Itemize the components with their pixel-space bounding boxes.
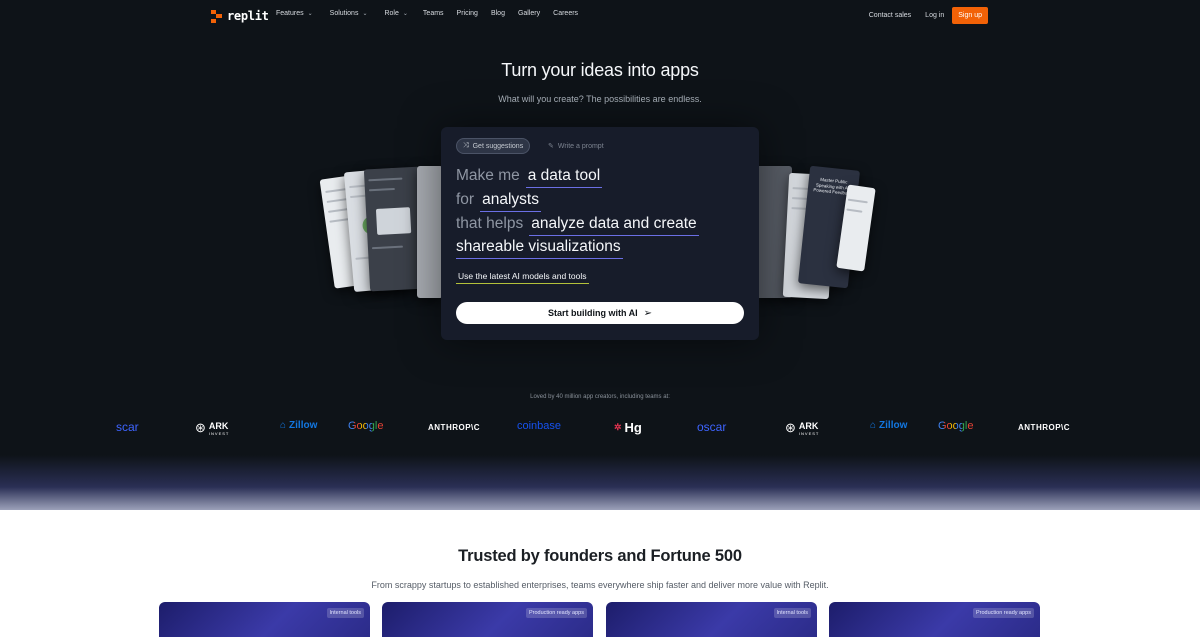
zillow-mark-icon: ⌂: [280, 420, 287, 431]
models-option[interactable]: Use the latest AI models and tools: [456, 271, 589, 284]
nav-role[interactable]: Role ⌄: [384, 10, 407, 17]
nav-blog[interactable]: Blog: [491, 10, 505, 17]
replit-logo[interactable]: replit: [211, 9, 269, 23]
prompt-prefix: that helps: [456, 215, 524, 232]
prompt-prefix: Make me: [456, 167, 520, 184]
prompt-line-3: that helps analyze data and create: [456, 215, 699, 236]
anthropic-logo: ANTHROP\C: [428, 423, 481, 432]
zillow-mark-icon: ⌂: [870, 420, 877, 431]
hero-subtitle: What will you create? The possibilities …: [498, 94, 702, 104]
hg-logo: ✲ Hg: [614, 420, 642, 435]
prompt-value-audience[interactable]: analysts: [480, 191, 541, 212]
zillow-logo-text: Zillow: [289, 420, 318, 431]
nav-features-label: Features: [276, 10, 304, 17]
chevron-down-icon: ⌄: [362, 11, 368, 17]
zillow-logo: ⌂ Zillow: [870, 420, 907, 431]
hero-title: Turn your ideas into apps: [501, 60, 699, 80]
tab-get-suggestions-label: Get suggestions: [472, 142, 524, 150]
google-logo-text: Google: [938, 420, 974, 432]
prompt-panel: ⤨ Get suggestions ✎ Write a prompt Make …: [441, 127, 759, 340]
case-study-card[interactable]: Internal tools: [159, 602, 370, 637]
card-badge: Production ready apps: [972, 608, 1034, 618]
ark-logo: ⊛ ARK INVEST: [195, 420, 229, 436]
prompt-line-1: Make me a data tool: [456, 167, 603, 188]
coinbase-logo: coinbase: [517, 420, 562, 432]
hg-mark-icon: ✲: [614, 422, 622, 432]
top-nav: replit Features ⌄ Solutions ⌄ Role ⌄ Teams …: [0, 0, 1200, 32]
nav-right: Contact sales Log in Sign up: [869, 7, 988, 24]
oscar-logo: oscar: [697, 420, 727, 434]
nav-solutions[interactable]: Solutions ⌄: [330, 10, 368, 17]
prompt-value-purpose[interactable]: analyze data and create: [529, 215, 699, 236]
oscar-logo: scar: [116, 420, 139, 434]
prompt-line-2: for analysts: [456, 191, 541, 212]
sign-up-button[interactable]: Sign up: [952, 7, 988, 24]
nav-gallery[interactable]: Gallery: [518, 10, 540, 17]
card-badge: Internal tools: [773, 608, 811, 618]
prompt-line-4: shareable visualizations: [456, 238, 623, 259]
customer-logo-strip: scar ⊛ ARK INVEST ⌂ Zillow Google ANTHROP\C…: [0, 420, 1200, 438]
pencil-icon: ✎: [548, 143, 554, 150]
chevron-down-icon: ⌄: [402, 11, 408, 17]
loved-by-caption: Loved by 40 million app creators, includ…: [530, 394, 670, 400]
send-arrow-icon: ➢: [643, 307, 653, 319]
start-building-button[interactable]: Start building with AI ➢: [456, 302, 744, 324]
nav-careers[interactable]: Careers: [553, 10, 578, 17]
google-logo: Google: [938, 420, 973, 432]
start-building-label: Start building with AI: [547, 308, 638, 318]
zillow-logo: ⌂ Zillow: [280, 420, 317, 431]
trusted-title: Trusted by founders and Fortune 500: [458, 547, 742, 565]
tab-write-prompt-label: Write a prompt: [557, 142, 604, 150]
trusted-subtitle: From scrappy startups to established ent…: [371, 580, 829, 590]
anthropic-logo: ANTHROP\C: [1018, 423, 1071, 432]
log-in-link[interactable]: Log in: [925, 12, 944, 19]
tab-get-suggestions[interactable]: ⤨ Get suggestions: [456, 138, 531, 154]
nav-solutions-label: Solutions: [329, 10, 359, 17]
logo-text: replit: [227, 9, 269, 23]
chevron-down-icon: ⌄: [307, 11, 313, 17]
left-preview-stack: [319, 162, 445, 302]
google-logo-text: Google: [348, 420, 384, 432]
nav-links: Features ⌄ Solutions ⌄ Role ⌄ Teams Pricing…: [276, 10, 578, 17]
tab-write-prompt[interactable]: ✎ Write a prompt: [542, 138, 610, 154]
nav-teams[interactable]: Teams: [423, 10, 444, 17]
page: replit Features ⌄ Solutions ⌄ Role ⌄ Teams …: [0, 0, 1200, 637]
prompt-value-purpose-cont[interactable]: shareable visualizations: [456, 238, 623, 259]
nav-role-label: Role: [384, 10, 399, 17]
case-study-card[interactable]: Production ready apps: [382, 602, 593, 637]
google-logo: Google: [348, 420, 383, 432]
hg-logo-text: Hg: [624, 420, 642, 435]
card-badge: Internal tools: [326, 608, 364, 618]
nav-features[interactable]: Features ⌄: [276, 10, 313, 17]
contact-sales-link[interactable]: Contact sales: [869, 12, 911, 19]
ark-circle-icon: ⊛: [195, 420, 206, 435]
prompt-value-tool[interactable]: a data tool: [525, 167, 603, 188]
nav-pricing[interactable]: Pricing: [457, 10, 478, 17]
shuffle-icon: ⤨: [463, 142, 469, 149]
ark-logo-text: ARK: [798, 420, 819, 431]
case-study-card[interactable]: Production ready apps: [829, 602, 1040, 637]
ark-circle-icon: ⊛: [785, 420, 796, 435]
prompt-prefix: for: [456, 191, 475, 208]
replit-logo-icon: [211, 9, 222, 23]
right-preview-stack: Master Public Speaking with AI-Powered F…: [756, 162, 876, 302]
ark-logo-sub: INVEST: [208, 430, 230, 436]
zillow-logo-text: Zillow: [879, 420, 908, 431]
ark-logo-text: ARK: [208, 420, 229, 431]
ark-logo-sub: INVEST: [798, 430, 820, 436]
card-badge: Production ready apps: [525, 608, 587, 618]
ark-logo: ⊛ ARK INVEST: [785, 420, 819, 436]
preview-card: [417, 166, 443, 298]
case-study-card[interactable]: Internal tools: [606, 602, 817, 637]
